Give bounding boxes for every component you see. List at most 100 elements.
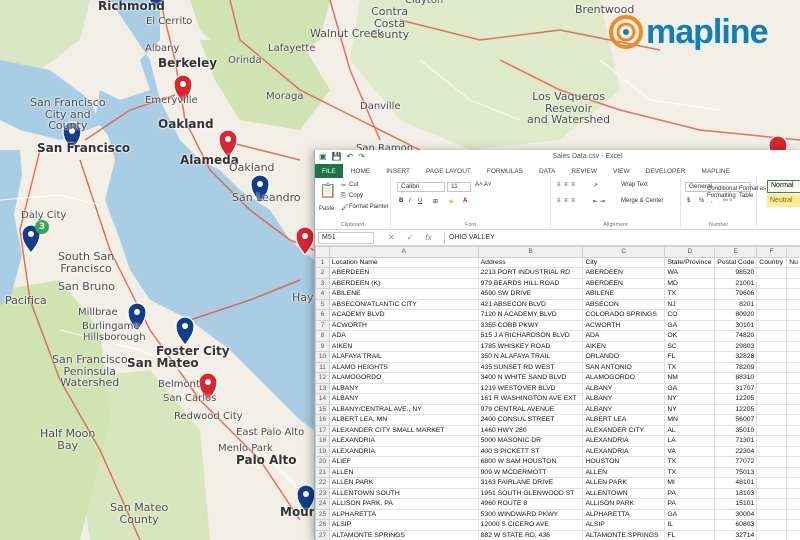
cell[interactable]: ADA [582, 330, 666, 342]
cell[interactable]: ALEXANDER CITY SMALL MARKET [328, 424, 479, 436]
ribbon-tab-view[interactable]: VIEW [605, 164, 638, 178]
cell[interactable]: HOUSTON [582, 456, 666, 468]
cell[interactable]: 882 W STATE RD, 436 [477, 529, 584, 540]
cell[interactable]: ALEXANDER CITY [582, 424, 666, 436]
cell[interactable]: 1460 HWY 280 [477, 424, 584, 436]
cell[interactable]: 515 J A RICHARDSON BLVD [477, 330, 584, 342]
ribbon-tab-mapline[interactable]: MAPLINE [693, 164, 738, 178]
cell[interactable]: ALSIP [582, 519, 666, 531]
cell[interactable]: ALAMOGORDO [328, 372, 479, 384]
cell[interactable]: ACWORTH [582, 319, 666, 331]
cell[interactable]: ALBERT LEA, MN [328, 414, 479, 426]
cell[interactable]: 4590 SW DRIVE [477, 288, 584, 300]
cell[interactable]: ALEXANDRIA [582, 435, 666, 447]
cell[interactable]: GA [664, 508, 716, 520]
row-number[interactable]: 17 [315, 424, 330, 436]
cell[interactable]: 30004 [714, 508, 758, 520]
cell[interactable] [756, 277, 788, 289]
font-name-select[interactable]: Calibri [397, 182, 445, 192]
cell-style-normal[interactable]: Normal [767, 180, 800, 193]
ribbon-tab-data[interactable]: DATA [531, 164, 563, 178]
cell[interactable] [756, 477, 788, 489]
cell[interactable]: 1951 SOUTH GLENWOOD ST [477, 487, 584, 499]
cell[interactable]: 88310 [714, 372, 758, 384]
cell[interactable] [786, 277, 800, 289]
cell[interactable] [786, 267, 800, 279]
cell[interactable] [756, 351, 788, 363]
column-header[interactable]: B [477, 246, 584, 258]
column-header[interactable] [786, 246, 800, 258]
cell[interactable]: MN [664, 414, 716, 426]
enter-icon[interactable]: ✓ [407, 233, 414, 242]
borders-icon[interactable]: ⊞ [433, 198, 438, 205]
cell[interactable]: 3400 N WHITE SAND BLVD [477, 372, 584, 384]
cut-button[interactable]: Cut [349, 182, 358, 188]
cell[interactable]: TX [664, 361, 716, 373]
name-box[interactable]: M51 [318, 231, 374, 244]
excel-window[interactable]: ▣ 💾 ↶ ↷ Sales Data.csv - Excel FILE HOME I… [314, 150, 800, 540]
cell[interactable] [756, 330, 788, 342]
row-number[interactable]: 7 [315, 319, 330, 331]
cell[interactable]: 3355 COBB PKWY [477, 319, 584, 331]
format-as-table-button[interactable]: Format as Table [739, 186, 766, 200]
cell[interactable] [756, 361, 788, 373]
cell[interactable]: MD [664, 277, 716, 289]
cell[interactable] [786, 340, 800, 352]
copy-icon[interactable]: ⎘ [341, 193, 346, 200]
cell[interactable]: 12205 [714, 403, 758, 415]
cell[interactable]: 29803 [714, 340, 758, 352]
merge-center-button[interactable]: Merge & Center [621, 198, 663, 204]
cell[interactable]: AIKEN [328, 340, 479, 352]
cell[interactable]: ALEXANDRIA [582, 445, 666, 457]
cut-icon[interactable]: ✂ [341, 182, 346, 189]
cell[interactable] [786, 319, 800, 331]
bold-icon[interactable]: B [399, 198, 403, 204]
cell[interactable] [756, 340, 788, 352]
cell[interactable]: 161 R WASHINGTON AVE EXT [477, 393, 584, 405]
align-left-icons[interactable]: ≡ ≡ ≡ [557, 198, 576, 204]
cell[interactable]: MI [664, 477, 716, 489]
cell[interactable]: TX [664, 456, 716, 468]
cell[interactable]: 2213 PORT INDUSTRIAL RD [477, 267, 584, 279]
cell[interactable]: LA [664, 435, 716, 447]
cell[interactable]: 12205 [714, 393, 758, 405]
cell[interactable]: 15101 [714, 498, 758, 510]
currency-button[interactable]: $ [687, 198, 690, 204]
cell[interactable]: 12000 S CICERO AVE [477, 519, 584, 531]
cell[interactable]: SAN ANTONIO [582, 361, 666, 373]
cell[interactable]: ALLEN PARK [582, 477, 666, 489]
cell[interactable]: ALLEN [328, 466, 479, 478]
cell[interactable]: 78209 [714, 361, 758, 373]
cell[interactable]: COLORADO SPRINGS [582, 309, 666, 321]
column-header[interactable]: A [328, 246, 479, 258]
cell[interactable]: 8201 [714, 298, 758, 310]
row-number[interactable]: 26 [315, 519, 330, 531]
cell[interactable]: ALTAMONTE SPRINGS [582, 529, 666, 540]
cell[interactable]: ALBANY [582, 382, 666, 394]
cell[interactable]: ALAMOGORDO [582, 372, 666, 384]
header-cell[interactable]: Location Name [328, 256, 479, 268]
row-number[interactable]: 23 [315, 487, 330, 499]
cell[interactable]: PA [664, 487, 716, 499]
row-number[interactable]: 19 [315, 445, 330, 457]
row-number[interactable]: 3 [315, 277, 330, 289]
cell[interactable] [786, 361, 800, 373]
cell[interactable] [786, 519, 800, 531]
ribbon-tab-developer[interactable]: DEVELOPER [638, 164, 694, 178]
map-cluster-marker[interactable]: 3 [35, 220, 49, 234]
select-all-corner[interactable] [315, 246, 330, 258]
cell[interactable]: ALPHARETTA [582, 508, 666, 520]
cell[interactable]: NM [664, 372, 716, 384]
formula-input[interactable]: OHIO VALLEY [444, 231, 800, 244]
cell[interactable]: 5000 MASONIC DR [477, 435, 584, 447]
underline-icon[interactable]: U [418, 198, 422, 204]
cell[interactable] [756, 424, 788, 436]
cell[interactable]: FL [664, 351, 716, 363]
cell[interactable]: 21001 [714, 277, 758, 289]
cell[interactable]: ALBANY [328, 382, 479, 394]
cell[interactable]: ALPHARETTA [328, 508, 479, 520]
cell[interactable] [786, 414, 800, 426]
cell[interactable]: 979 BEARDS HILL ROAD [477, 277, 584, 289]
cell[interactable]: ALIEF [328, 456, 479, 468]
cell[interactable]: 6800 W SAM HOUSTON [477, 456, 584, 468]
